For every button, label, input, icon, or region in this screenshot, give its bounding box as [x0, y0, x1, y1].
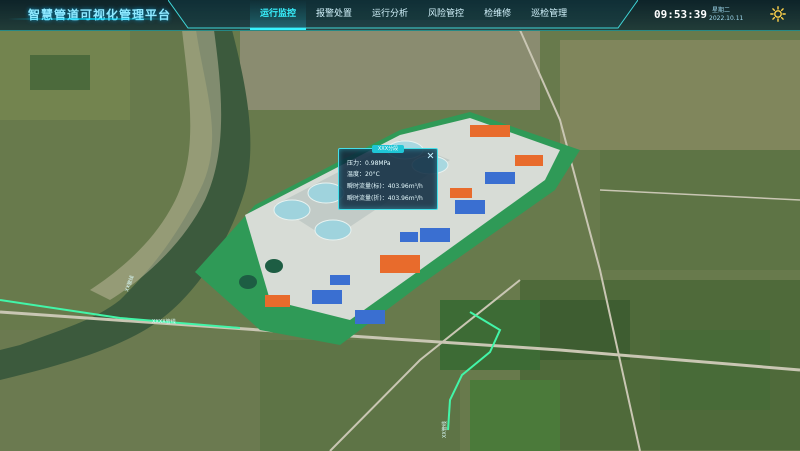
- nav-tab-operation-analysis[interactable]: 运行分析: [362, 0, 418, 28]
- nav-tab-operation-monitor[interactable]: 运行监控: [250, 0, 307, 30]
- title-decoration: [8, 18, 173, 20]
- nav-tab-risk-control[interactable]: 风险管控: [418, 0, 474, 28]
- metric-value: 403.96m³/h: [387, 195, 423, 202]
- pipe-label-xx-2: XX管线: [441, 421, 448, 438]
- settings-icon[interactable]: [770, 6, 786, 22]
- metric-label: 瞬时流量(标): [347, 183, 382, 190]
- main-nav: 运行监控 报警处置 运行分析 风险管控 检维修 巡检管理: [250, 0, 577, 30]
- metric-value: 403.96m³/h: [387, 183, 423, 190]
- close-icon[interactable]: [426, 151, 435, 160]
- nav-tab-inspection[interactable]: 巡检管理: [521, 0, 577, 28]
- clock-time: 09:53:39: [654, 8, 707, 21]
- app-title: 智慧管道可视化管理平台: [28, 8, 172, 22]
- nav-tab-alarm-handling[interactable]: 报警处置: [306, 0, 362, 28]
- metric-flow-standard: 瞬时流量(标)：403.96m³/h: [347, 183, 423, 190]
- pipe-label-xxxx: XXXX管线: [152, 318, 176, 325]
- metric-value: 0.98MPa: [365, 160, 391, 167]
- clock-weekday: 星期二: [712, 7, 731, 14]
- nav-tab-maintenance[interactable]: 检维修: [474, 0, 521, 28]
- metric-label: 温度: [347, 171, 360, 178]
- top-bar: 智慧管道可视化管理平台 运行监控 报警处置 运行分析 风险管控 检维修 巡检管理…: [0, 0, 800, 31]
- metric-flow-converted: 瞬时流量(折)：403.96m³/h: [347, 195, 423, 202]
- metric-label: 压力: [347, 160, 360, 167]
- metric-temperature: 温度：20°C: [347, 171, 380, 178]
- metric-pressure: 压力：0.98MPa: [347, 160, 391, 167]
- metric-label: 瞬时流量(折): [347, 195, 382, 202]
- satellite-map[interactable]: XX管线 XXXX管线 XX管线: [0, 0, 800, 451]
- segment-info-popup[interactable]: XXX分段 压力：0.98MPa 温度：20°C 瞬时流量(标)：403.96m…: [338, 145, 438, 210]
- clock-date: 2022.10.11: [709, 15, 744, 22]
- metric-value: 20°C: [365, 171, 380, 178]
- popup-tab: XXX分段: [372, 145, 404, 153]
